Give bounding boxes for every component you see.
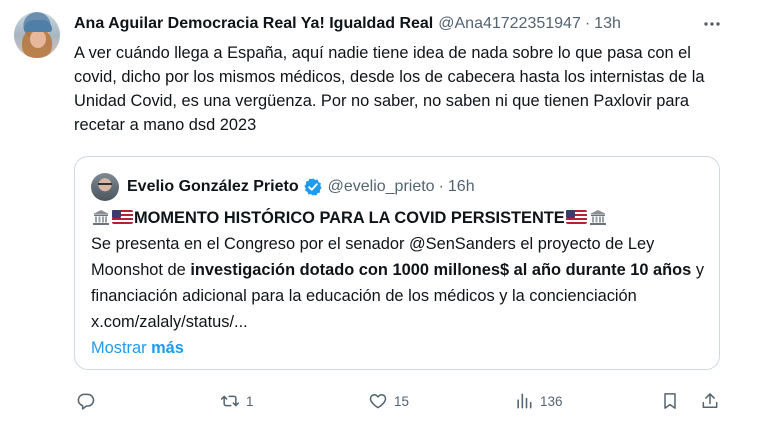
- views-count: 136: [540, 393, 563, 409]
- author-avatar[interactable]: [14, 12, 60, 58]
- more-horizontal-icon: [704, 22, 720, 26]
- quoted-tweet-time[interactable]: 16h: [448, 178, 475, 196]
- quoted-body: Se presenta en el Congreso por el senado…: [91, 231, 709, 335]
- reply-icon: [77, 393, 95, 410]
- heart-icon: [369, 394, 387, 409]
- quoted-tweet[interactable]: Evelio González Prieto @evelio_prieto · …: [74, 156, 720, 370]
- verified-badge-icon: [303, 178, 322, 196]
- quoted-author-avatar[interactable]: [91, 173, 119, 201]
- separator-dot: ·: [438, 178, 444, 195]
- retweet-button[interactable]: 1: [220, 386, 254, 416]
- quoted-headline: MOMENTO HISTÓRICO PARA LA COVID PERSISTE…: [134, 209, 565, 227]
- show-more-bold: más: [151, 339, 184, 357]
- quoted-tweet-text: MOMENTO HISTÓRICO PARA LA COVID PERSISTE…: [91, 205, 709, 361]
- tweet-text: A ver cuándo llega a España, aquí nadie …: [74, 44, 705, 134]
- more-options-button[interactable]: [700, 12, 724, 36]
- quoted-text-bold: investigación dotado con 1000 millones$ …: [190, 261, 692, 279]
- show-more-prefix: Mostrar: [91, 339, 152, 357]
- us-flag-icon: [112, 210, 133, 224]
- share-button[interactable]: [700, 386, 720, 416]
- quoted-tweet-header: Evelio González Prieto @evelio_prieto · …: [91, 173, 475, 201]
- views-button[interactable]: 136: [514, 386, 563, 416]
- tweet-actions: 1 15 136: [74, 386, 724, 416]
- like-button[interactable]: 15: [368, 386, 409, 416]
- like-count: 15: [394, 393, 410, 409]
- views-chart-icon: [517, 393, 532, 409]
- reply-button[interactable]: [76, 386, 102, 416]
- share-icon: [702, 393, 718, 408]
- tweet-time[interactable]: 13h: [594, 15, 621, 33]
- tweet[interactable]: Ana Aguilar Democracia Real Ya! Igualdad…: [0, 0, 762, 432]
- show-more-link[interactable]: Mostrar más: [91, 335, 709, 361]
- quoted-author-name[interactable]: Evelio González Prieto: [127, 178, 299, 196]
- bookmark-icon: [664, 393, 676, 409]
- author-handle[interactable]: @Ana41722351947: [438, 15, 581, 33]
- author-name[interactable]: Ana Aguilar Democracia Real Ya! Igualdad…: [74, 15, 433, 33]
- quoted-author-handle[interactable]: @evelio_prieto: [328, 178, 435, 196]
- retweet-icon: [220, 395, 240, 407]
- us-flag-icon: [565, 210, 587, 224]
- quoted-headline-line: MOMENTO HISTÓRICO PARA LA COVID PERSISTE…: [91, 205, 709, 231]
- classical-building-icon: [93, 210, 109, 225]
- tweet-header: Ana Aguilar Democracia Real Ya! Igualdad…: [74, 12, 684, 36]
- separator-dot: ·: [584, 15, 591, 32]
- classical-building-icon: [589, 210, 606, 225]
- bookmark-button[interactable]: [660, 386, 680, 416]
- retweet-count: 1: [246, 393, 254, 409]
